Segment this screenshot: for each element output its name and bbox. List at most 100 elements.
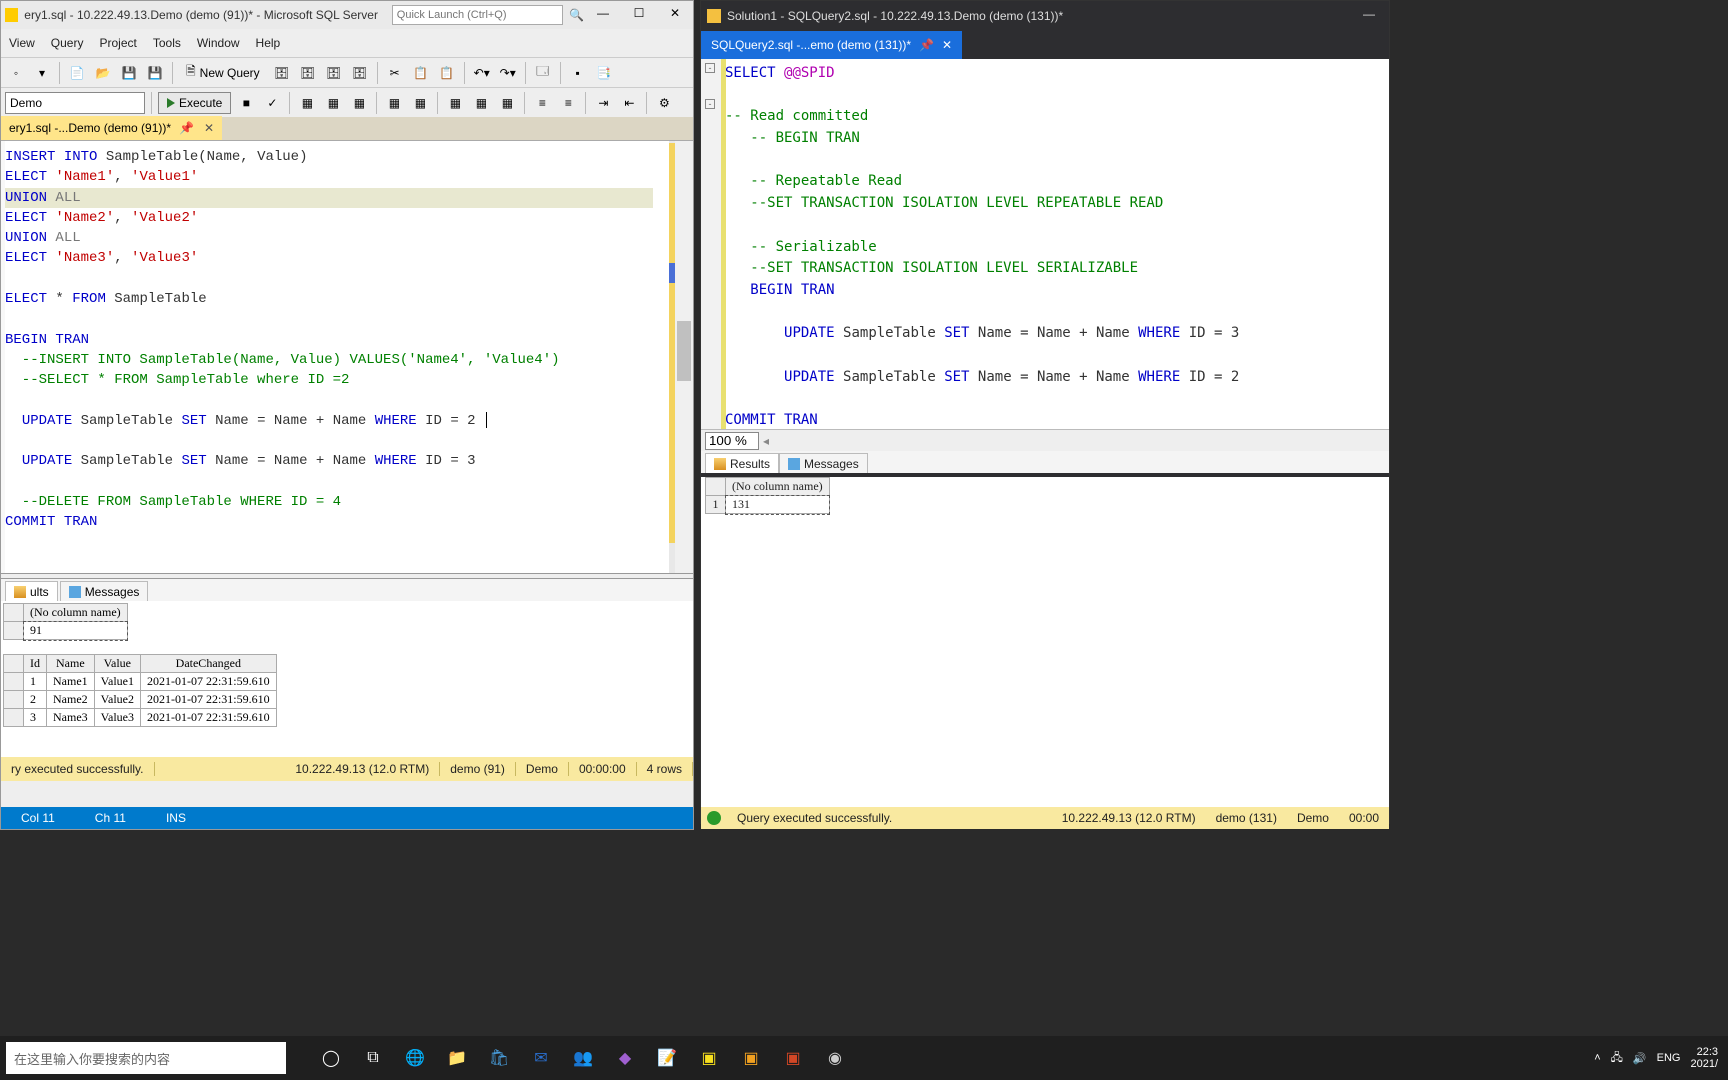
table-row[interactable]: 1 131 (706, 496, 830, 514)
store-icon[interactable]: 🛍 (484, 1043, 514, 1073)
tab-messages[interactable]: Messages (779, 453, 868, 473)
query-options-icon[interactable]: ▦ (322, 92, 344, 114)
sql-editor-right[interactable]: - - SELECT @@SPID -- Read committed -- B… (701, 59, 1389, 429)
tab-pin-icon[interactable]: 📌 (179, 121, 194, 135)
tab-query2[interactable]: SQLQuery2.sql -...emo (demo (131))* 📌 ✕ (701, 31, 962, 59)
minimize-button[interactable]: — (1355, 7, 1383, 25)
ime-indicator[interactable]: ENG (1657, 1052, 1681, 1064)
obs-icon[interactable]: ◉ (820, 1043, 850, 1073)
fold-toggle-icon[interactable]: - (705, 63, 715, 73)
specify-values-icon[interactable]: ⚙ (653, 92, 675, 114)
stop-icon[interactable]: ■ (235, 92, 257, 114)
task-view-icon[interactable]: ⧉ (358, 1043, 388, 1073)
cut-icon[interactable]: ✂ (384, 62, 406, 84)
results-text-icon[interactable]: ▦ (444, 92, 466, 114)
results-file-icon[interactable]: ▦ (496, 92, 518, 114)
db-engine-icon[interactable]: 🗄 (271, 62, 293, 84)
visual-studio-icon[interactable]: ◆ (610, 1043, 640, 1073)
edge-icon[interactable]: 🌐 (400, 1043, 430, 1073)
menu-tools[interactable]: Tools (153, 36, 181, 50)
include-plan-icon[interactable]: ▦ (383, 92, 405, 114)
open-icon[interactable]: 📂 (92, 62, 114, 84)
close-button[interactable]: ✕ (661, 6, 689, 24)
paste-icon[interactable]: 📋 (436, 62, 458, 84)
mail-icon[interactable]: ✉ (526, 1043, 556, 1073)
database-combo[interactable] (5, 92, 145, 114)
quick-launch-input[interactable] (392, 5, 563, 25)
new-item-icon[interactable]: 📄 (66, 62, 88, 84)
ssms-window-left[interactable]: ery1.sql - 10.222.49.13.Demo (demo (91))… (0, 0, 694, 830)
window-titlebar-left[interactable]: ery1.sql - 10.222.49.13.Demo (demo (91))… (1, 1, 693, 29)
intellisense-icon[interactable]: ▦ (348, 92, 370, 114)
tab-results[interactable]: ults (5, 581, 58, 601)
tray-chevron-icon[interactable]: ˄ (1594, 1052, 1600, 1064)
results-grid-right[interactable]: (No column name) 1 131 (701, 477, 1389, 807)
activity-icon[interactable]: ▪ (567, 62, 589, 84)
search-icon[interactable]: 🔍 (569, 8, 583, 22)
comment-icon[interactable]: ≡ (531, 92, 553, 114)
outdent-icon[interactable]: ⇤ (618, 92, 640, 114)
tab-query1[interactable]: ery1.sql -...Demo (demo (91))* 📌 ✕ (1, 116, 222, 140)
new-query-button[interactable]: 🗎 New Query (179, 61, 267, 85)
pycharm-icon[interactable]: ▣ (694, 1043, 724, 1073)
volume-icon[interactable]: 🔊 (1633, 1052, 1647, 1065)
tray-date[interactable]: 2021/ (1690, 1058, 1718, 1070)
system-tray[interactable]: ˄ 🖧 🔊 ENG 22:3 2021/ (1594, 1046, 1728, 1070)
table-row[interactable]: 3 Name3 Value3 2021-01-07 22:31:59.610 (4, 709, 277, 727)
table-row[interactable]: 2 Name2 Value2 2021-01-07 22:31:59.610 (4, 691, 277, 709)
table-row[interactable]: 91 (4, 622, 128, 640)
report-icon[interactable]: 🗄 (323, 62, 345, 84)
results-grid-left[interactable]: (No column name) 91 Id Name Value DateCh… (1, 601, 693, 781)
notepadpp-icon[interactable]: 📝 (652, 1043, 682, 1073)
menu-query[interactable]: Query (51, 36, 84, 50)
include-stats-icon[interactable]: ▦ (409, 92, 431, 114)
window-titlebar-right[interactable]: Solution1 - SQLQuery2.sql - 10.222.49.13… (701, 1, 1389, 31)
maximize-button[interactable]: ☐ (625, 6, 653, 24)
properties-icon[interactable]: 🗔 (532, 62, 554, 84)
parse-icon[interactable]: ✓ (261, 92, 283, 114)
taskbar-search-input[interactable]: 在这里输入你要搜索的内容 (6, 1042, 286, 1074)
execute-button[interactable]: Execute (158, 92, 231, 114)
uncomment-icon[interactable]: ≡ (557, 92, 579, 114)
cortana-icon[interactable]: ◯ (316, 1043, 346, 1073)
results-grid-icon[interactable]: ▦ (470, 92, 492, 114)
tray-time[interactable]: 22:3 (1690, 1046, 1718, 1058)
estimated-plan-icon[interactable]: ▦ (296, 92, 318, 114)
template-icon[interactable]: 📑 (593, 62, 615, 84)
menu-view[interactable]: View (9, 36, 35, 50)
intellij-icon[interactable]: ▣ (736, 1043, 766, 1073)
nav-fwd-icon[interactable]: ▾ (31, 62, 53, 84)
teams-icon[interactable]: 👥 (568, 1043, 598, 1073)
network-icon[interactable]: 🖧 (1611, 1049, 1623, 1068)
windows-taskbar[interactable]: 在这里输入你要搜索的内容 ◯ ⧉ 🌐 📁 🛍 ✉ 👥 ◆ 📝 ▣ ▣ ▣ ◉ ˄… (0, 1036, 1728, 1080)
minimize-button[interactable]: — (589, 6, 617, 24)
analysis-icon[interactable]: 🗄 (297, 62, 319, 84)
grid1-cell[interactable]: 91 (24, 622, 128, 640)
copy-icon[interactable]: 📋 (410, 62, 432, 84)
tab-messages-label: Messages (85, 585, 140, 599)
tab-results[interactable]: Results (705, 453, 779, 473)
table-row[interactable]: 1 Name1 Value1 2021-01-07 22:31:59.610 (4, 673, 277, 691)
ssms-window-right[interactable]: Solution1 - SQLQuery2.sql - 10.222.49.13… (700, 0, 1390, 824)
nav-back-icon[interactable]: ◦ (5, 62, 27, 84)
save-all-icon[interactable]: 💾 (144, 62, 166, 84)
menu-window[interactable]: Window (197, 36, 240, 50)
tab-pin-icon[interactable]: 📌 (919, 38, 934, 52)
menu-project[interactable]: Project (99, 36, 136, 50)
menu-help[interactable]: Help (256, 36, 281, 50)
tab-close-icon[interactable]: ✕ (202, 121, 216, 135)
indent-icon[interactable]: ⇥ (592, 92, 614, 114)
explorer-icon[interactable]: 📁 (442, 1043, 472, 1073)
fold-toggle-icon[interactable]: - (705, 99, 715, 109)
undo-icon[interactable]: ↶▾ (471, 62, 493, 84)
is-icon[interactable]: 🗄 (349, 62, 371, 84)
save-icon[interactable]: 💾 (118, 62, 140, 84)
tab-close-icon[interactable]: ✕ (942, 38, 952, 52)
rgrid-cell[interactable]: 131 (726, 496, 830, 514)
tab-messages[interactable]: Messages (60, 581, 149, 601)
editor-scrollbar-left[interactable] (675, 141, 693, 573)
results-grid2[interactable]: Id Name Value DateChanged 1 Name1 Value1… (3, 654, 277, 727)
redo-icon[interactable]: ↷▾ (497, 62, 519, 84)
sql-editor-left[interactable]: INSERT INTO SampleTable(Name, Value) ELE… (1, 141, 693, 573)
powerpoint-icon[interactable]: ▣ (778, 1043, 808, 1073)
